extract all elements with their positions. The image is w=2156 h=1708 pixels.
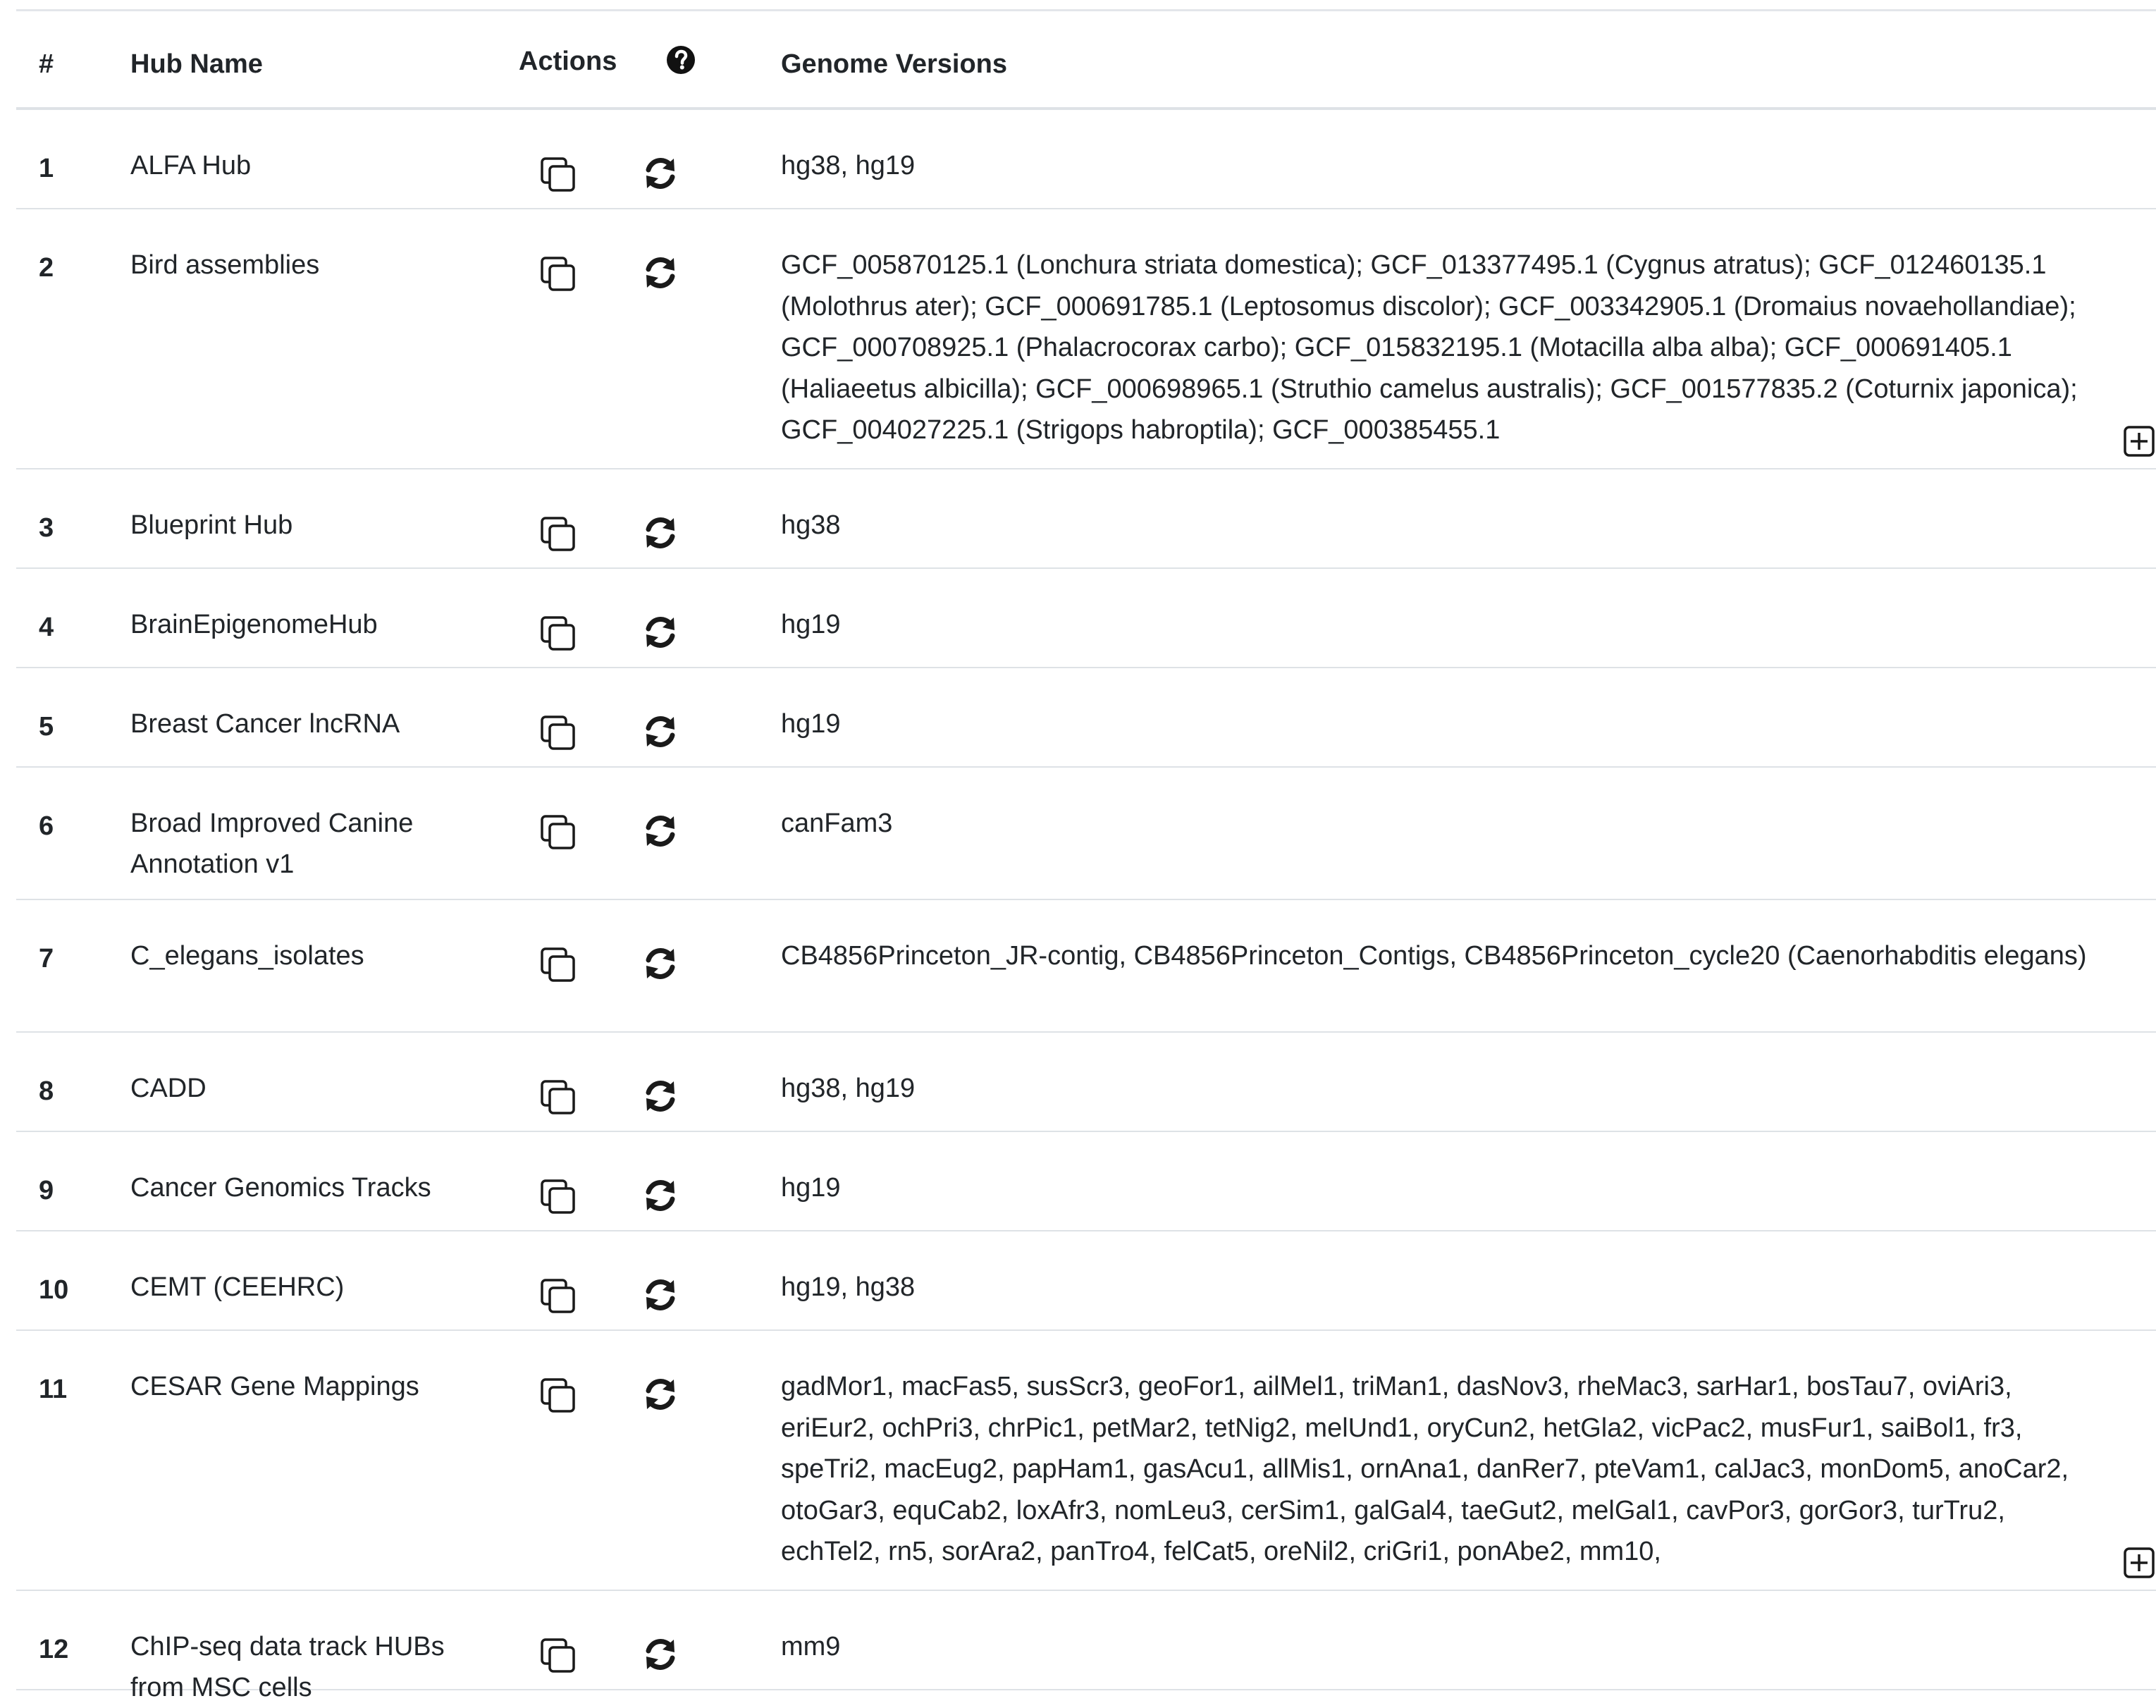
- genome-versions: gadMor1, macFas5, susScr3, geoFor1, ailM…: [781, 1372, 2069, 1566]
- refresh-icon[interactable]: [641, 713, 679, 751]
- row-number: 8: [39, 1076, 54, 1106]
- genome-versions: CB4856Princeton_JR-contig, CB4856Princet…: [781, 941, 2087, 971]
- table-header: # Hub Name Actions Genome Versions: [16, 0, 2156, 110]
- plus-square-icon[interactable]: [2122, 1546, 2156, 1580]
- table-row: 1 ALFA Hub hg38, hg19: [16, 110, 2156, 209]
- copy-icon[interactable]: [538, 254, 579, 295]
- genome-versions: hg19: [781, 709, 841, 739]
- hub-name: Cancer Genomics Tracks: [130, 1173, 431, 1203]
- table-row: 6 Broad Improved Canine Annotation v1 ca…: [16, 768, 2156, 900]
- hub-name: Broad Improved Canine Annotation v1: [130, 809, 414, 879]
- copy-icon[interactable]: [538, 713, 579, 754]
- genome-versions: mm9: [781, 1632, 841, 1661]
- genome-versions: hg19: [781, 1173, 841, 1203]
- row-number: 6: [39, 811, 54, 841]
- hub-name: Bird assemblies: [130, 250, 320, 280]
- table-row: 2 Bird assemblies GCF_005870125.1 (Lonch…: [16, 209, 2156, 469]
- hub-name: Blueprint Hub: [130, 510, 293, 540]
- row-number: 2: [39, 253, 54, 283]
- table-row: 10 CEMT (CEEHRC) hg19, hg38: [16, 1231, 2156, 1331]
- genome-versions: hg38, hg19: [781, 1074, 916, 1103]
- refresh-icon[interactable]: [641, 514, 679, 552]
- copy-icon[interactable]: [538, 613, 579, 654]
- refresh-icon[interactable]: [641, 945, 679, 983]
- refresh-icon[interactable]: [641, 1077, 679, 1115]
- refresh-icon[interactable]: [641, 1176, 679, 1215]
- copy-icon[interactable]: [538, 514, 579, 555]
- plus-square-icon[interactable]: [2122, 424, 2156, 458]
- refresh-icon[interactable]: [641, 1375, 679, 1413]
- hub-name: BrainEpigenomeHub: [130, 610, 378, 639]
- row-number: 1: [39, 154, 54, 183]
- copy-icon[interactable]: [538, 1375, 579, 1416]
- table-row: 9 Cancer Genomics Tracks hg19: [16, 1132, 2156, 1231]
- hub-name: ChIP-seq data track HUBs from MSC cells: [130, 1632, 445, 1702]
- refresh-icon[interactable]: [641, 254, 679, 292]
- hub-name: Breast Cancer lncRNA: [130, 709, 400, 739]
- row-number: 5: [39, 712, 54, 742]
- hub-name: CESAR Gene Mappings: [130, 1372, 419, 1401]
- refresh-icon[interactable]: [641, 154, 679, 192]
- table-row: 3 Blueprint Hub hg38: [16, 469, 2156, 569]
- table-row: 7 C_elegans_isolates CB4856Princeton_JR-…: [16, 900, 2156, 1033]
- row-number: 11: [39, 1375, 68, 1404]
- hub-name: CEMT (CEEHRC): [130, 1272, 345, 1302]
- table-row: 5 Breast Cancer lncRNA hg19: [16, 668, 2156, 768]
- table-row: 4 BrainEpigenomeHub hg19: [16, 569, 2156, 668]
- table-row: 12 ChIP-seq data track HUBs from MSC cel…: [16, 1591, 2156, 1702]
- header-actions: Actions: [519, 47, 617, 76]
- genome-versions: hg38, hg19: [781, 151, 916, 180]
- table-row: 8 CADD hg38, hg19: [16, 1033, 2156, 1132]
- copy-icon[interactable]: [538, 1635, 579, 1676]
- row-number: 3: [39, 513, 54, 543]
- row-number: 7: [39, 944, 54, 973]
- row-number: 10: [39, 1275, 69, 1305]
- hub-table: # Hub Name Actions Genome Versions 1 ALF…: [16, 0, 2156, 1702]
- header-hub-name[interactable]: Hub Name: [130, 48, 263, 80]
- table-row: 11 CESAR Gene Mappings gadMor1, macFas5,…: [16, 1331, 2156, 1591]
- row-number: 9: [39, 1176, 54, 1205]
- hub-name: C_elegans_isolates: [130, 941, 364, 971]
- refresh-icon[interactable]: [641, 613, 679, 651]
- refresh-icon[interactable]: [641, 1276, 679, 1314]
- copy-icon[interactable]: [538, 154, 579, 195]
- hub-name: ALFA Hub: [130, 151, 252, 180]
- header-number: #: [39, 49, 54, 79]
- copy-icon[interactable]: [538, 1176, 579, 1217]
- genome-versions: GCF_005870125.1 (Lonchura striata domest…: [781, 250, 2078, 445]
- table-body: 1 ALFA Hub hg38, hg19 2 Bird assemblies: [16, 110, 2156, 1702]
- copy-icon[interactable]: [538, 1276, 579, 1317]
- hub-name: CADD: [130, 1074, 207, 1103]
- genome-versions: hg19: [781, 610, 841, 639]
- row-number: 12: [39, 1635, 69, 1664]
- copy-icon[interactable]: [538, 1077, 579, 1118]
- refresh-icon[interactable]: [641, 1635, 679, 1673]
- genome-versions: hg19, hg38: [781, 1272, 916, 1302]
- genome-versions: canFam3: [781, 809, 893, 838]
- genome-versions: hg38: [781, 510, 841, 540]
- copy-icon[interactable]: [538, 812, 579, 853]
- refresh-icon[interactable]: [641, 812, 679, 850]
- question-circle-icon[interactable]: [666, 45, 696, 75]
- copy-icon[interactable]: [538, 945, 579, 985]
- header-genome-versions[interactable]: Genome Versions: [781, 48, 1007, 80]
- row-number: 4: [39, 613, 54, 642]
